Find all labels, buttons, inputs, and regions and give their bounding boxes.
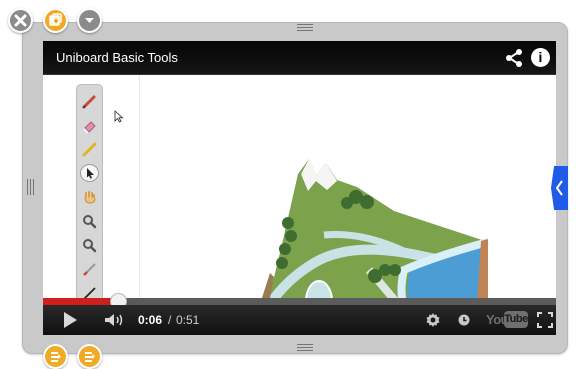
zoom-in-tool[interactable] (80, 212, 99, 230)
seekbar-progress (43, 298, 118, 305)
youtube-tube-badge: Tube (504, 311, 528, 328)
marker-tool[interactable] (80, 140, 99, 158)
gear-icon (426, 313, 440, 327)
volume-icon (105, 314, 123, 326)
youtube-logo[interactable]: You Tube (486, 311, 528, 329)
bottom-widget-action-button[interactable] (43, 344, 68, 369)
cursor-icon (114, 110, 124, 123)
settings-button[interactable] (424, 311, 442, 329)
close-icon (14, 14, 27, 27)
bottom-resize-grip[interactable] (297, 344, 313, 351)
eraser-icon (83, 120, 96, 134)
info-button[interactable]: i (531, 48, 550, 67)
video-title[interactable]: Uniboard Basic Tools (56, 50, 178, 65)
laser-pointer-tool[interactable] (80, 260, 99, 278)
hand-icon (84, 190, 96, 204)
hand-tool[interactable] (80, 188, 99, 206)
watch-later-button[interactable] (456, 312, 472, 328)
video-player[interactable]: Uniboard Basic Tools i 0:06 / 0:51 You T… (43, 41, 556, 335)
bottom-widget-action-button[interactable] (77, 344, 102, 369)
volume-button[interactable] (103, 311, 125, 329)
tool-palette (76, 84, 103, 314)
zoom-out-icon (83, 238, 97, 252)
selector-tool[interactable] (80, 164, 99, 182)
zoom-in-icon (83, 214, 97, 228)
left-resize-grip[interactable] (27, 179, 34, 195)
close-button[interactable] (8, 8, 33, 33)
duplicate-icon (49, 13, 62, 26)
share-icon (506, 49, 522, 67)
selector-icon (86, 168, 94, 179)
duplicate-button[interactable] (43, 8, 68, 33)
laser-pointer-icon (83, 262, 96, 276)
widget-menu-icon (85, 352, 95, 362)
side-panel-toggle[interactable] (551, 166, 568, 210)
pen-icon (82, 95, 96, 109)
fullscreen-button[interactable] (536, 311, 554, 329)
zoom-out-tool[interactable] (80, 236, 99, 254)
top-resize-grip[interactable] (297, 24, 313, 31)
total-time: 0:51 (176, 313, 200, 327)
fullscreen-icon (537, 312, 553, 328)
widget-menu-button[interactable] (77, 8, 102, 33)
eraser-tool[interactable] (80, 116, 99, 134)
info-icon: i (538, 49, 543, 65)
video-controls-bar: 0:06 / 0:51 You Tube (43, 305, 556, 335)
board-guide-line (139, 75, 140, 335)
play-icon (64, 311, 77, 328)
widget-menu-icon (51, 352, 61, 362)
video-title-bar: Uniboard Basic Tools i (43, 41, 556, 74)
share-button[interactable] (503, 47, 525, 69)
play-button[interactable] (61, 310, 79, 329)
video-content[interactable] (43, 41, 556, 335)
marker-icon (82, 142, 97, 156)
clock-icon (458, 314, 470, 326)
pen-tool[interactable] (80, 92, 99, 110)
current-time: 0:06 (138, 313, 163, 327)
time-separator: / (168, 313, 172, 327)
chevron-left-icon (555, 180, 563, 196)
chevron-down-icon (85, 18, 94, 23)
